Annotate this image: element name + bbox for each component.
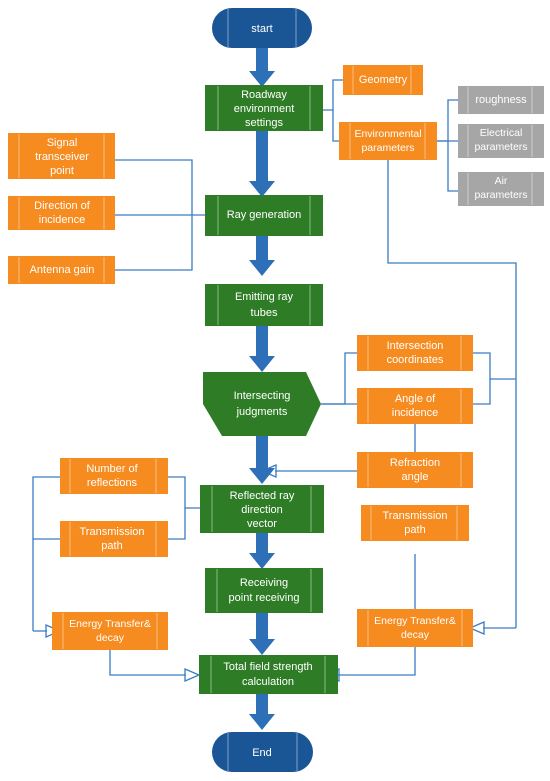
node-transmission-path-left[interactable]: Transmission path — [60, 521, 168, 557]
number-of-reflections-shape — [60, 458, 168, 494]
flow-arrow-roadway-to-raygen — [249, 131, 275, 197]
flow-arrow-start-to-roadway — [249, 47, 275, 87]
connector-transmissionpath-to-reflected — [168, 508, 186, 540]
intersecting-judgments-shape — [203, 372, 321, 436]
flow-arrow-total-to-end — [249, 694, 275, 730]
connector-intersection-coords-to-rail — [473, 352, 516, 380]
node-receiving-point-receiving[interactable]: Receiving point receiving — [205, 568, 323, 613]
intersection-coordinates-shape — [357, 335, 473, 371]
emitting-ray-tubes-shape — [205, 284, 323, 326]
roughness-shape — [458, 86, 544, 114]
node-roughness[interactable]: roughness — [458, 86, 544, 114]
receiving-point-receiving-shape — [205, 568, 323, 613]
node-direction-of-incidence[interactable]: Direction of incidence — [8, 196, 115, 230]
transmission-path-left-shape — [60, 521, 168, 557]
connector-envparams-to-roughness — [437, 99, 458, 142]
environmental-parameters-shape — [339, 122, 437, 160]
node-refraction-angle[interactable]: Refraction angle — [357, 452, 473, 488]
node-roadway-environment-settings[interactable]: Roadway environment settings — [205, 85, 323, 131]
node-end[interactable]: End — [212, 732, 313, 772]
connector-numreflections-to-reflected — [168, 476, 200, 509]
node-environmental-parameters[interactable]: Environmental parameters — [339, 122, 437, 160]
signal-transceiver-point-shape — [8, 133, 115, 179]
flow-arrow-receiving-to-total — [249, 613, 275, 655]
node-air-parameters[interactable]: Air parameters — [458, 172, 544, 206]
angle-of-incidence-shape — [357, 388, 473, 424]
connector-antennagain-to-raygen — [115, 215, 193, 271]
connector-energy-left-to-total — [109, 650, 186, 676]
node-intersection-coordinates[interactable]: Intersection coordinates — [357, 335, 473, 371]
transmission-path-right-shape — [361, 505, 469, 541]
node-transmission-path-right[interactable]: Transmission path — [361, 505, 469, 541]
node-total-field-strength-calculation[interactable]: Total field strength calculation — [199, 655, 338, 694]
connector-numreflections-to-energy-left — [32, 476, 60, 631]
end-shape — [212, 732, 313, 772]
flow-arrow-emitting-to-hex — [249, 326, 275, 372]
node-number-of-reflections[interactable]: Number of reflections — [60, 458, 168, 494]
ray-generation-shape — [205, 195, 323, 236]
energy-transfer-decay-left-shape — [52, 612, 168, 650]
node-energy-transfer-decay-left[interactable]: Energy Transfer& decay — [52, 612, 168, 650]
start-shape — [212, 8, 312, 48]
node-electrical-parameters[interactable]: Electrical parameters — [458, 124, 544, 158]
arrowhead-energy-left-to-total — [184, 668, 201, 682]
node-signal-transceiver-point[interactable]: Signal transceiver point — [8, 133, 115, 179]
flowchart-canvas: start Roadway environment settings Geome… — [8, 8, 544, 772]
total-field-strength-shape — [199, 655, 338, 694]
connector-angle-incidence-to-rail — [473, 379, 491, 405]
node-emitting-ray-tubes[interactable]: Emitting ray tubes — [205, 284, 323, 326]
node-angle-of-incidence[interactable]: Angle of incidence — [357, 388, 473, 424]
direction-of-incidence-shape — [8, 196, 115, 230]
node-intersecting-judgments[interactable]: Intersecting judgments — [203, 372, 321, 436]
node-ray-generation[interactable]: Ray generation — [205, 195, 323, 236]
connector-signal-to-raygen — [115, 159, 193, 215]
node-antenna-gain[interactable]: Antenna gain — [8, 256, 115, 284]
reflected-ray-direction-vector-shape — [200, 485, 324, 533]
energy-transfer-decay-right-shape — [357, 609, 473, 647]
flow-arrow-reflected-to-receiving — [249, 533, 275, 569]
node-energy-transfer-decay-right[interactable]: Energy Transfer& decay — [357, 609, 473, 647]
refraction-angle-shape — [357, 452, 473, 488]
antenna-gain-shape — [8, 256, 115, 284]
connector-energy-right-to-total — [338, 647, 416, 676]
connector-hex-to-intersection-coords — [321, 352, 357, 405]
connector-envparams-to-air — [447, 141, 458, 192]
flow-arrow-raygen-to-emitting — [249, 236, 275, 276]
connector-roadway-to-geometry — [323, 79, 343, 111]
node-geometry[interactable]: Geometry — [343, 65, 423, 95]
roadway-shape — [205, 85, 323, 131]
electrical-parameters-shape — [458, 124, 544, 158]
node-reflected-ray-direction-vector[interactable]: Reflected ray direction vector — [200, 485, 324, 533]
node-start[interactable]: start — [212, 8, 312, 48]
air-parameters-shape — [458, 172, 544, 206]
